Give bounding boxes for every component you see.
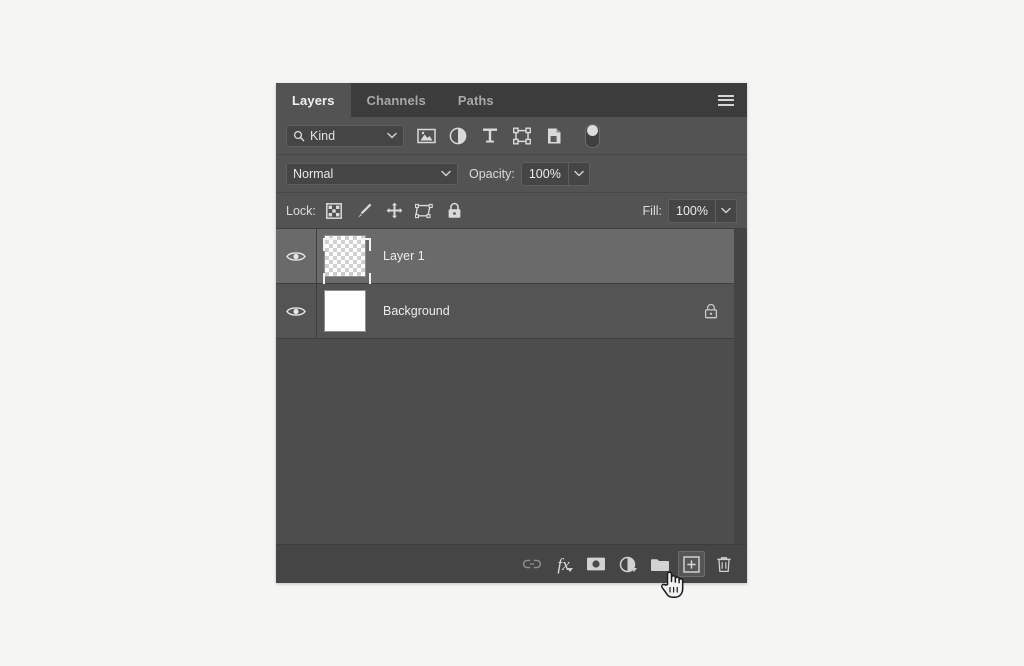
folder-icon [650, 557, 670, 572]
blend-mode-select[interactable]: Normal [286, 163, 458, 185]
chevron-down-icon [721, 207, 731, 214]
lock-position-icon[interactable] [385, 201, 404, 220]
lock-label: Lock: [286, 204, 316, 218]
filter-shape-layers-icon[interactable] [512, 126, 532, 146]
chevron-down-icon [441, 170, 451, 177]
blend-opacity-row: Normal Opacity: 100% [276, 155, 747, 193]
layer-visibility-toggle[interactable] [276, 284, 317, 338]
filter-row: Kind [276, 117, 747, 155]
fill-dropdown-button[interactable] [715, 200, 736, 222]
filter-pixel-layers-icon[interactable] [416, 126, 436, 146]
blend-mode-value: Normal [293, 167, 441, 181]
lock-row: Lock: [276, 193, 747, 229]
layer-thumbnail [324, 235, 366, 277]
filter-kind-select[interactable]: Kind [286, 125, 404, 147]
layer-mask-icon [586, 556, 606, 572]
layer-list[interactable]: Layer 1 Background [276, 229, 747, 544]
new-layer-button[interactable] [678, 551, 705, 577]
chevron-down-icon [631, 568, 637, 572]
chevron-down-icon [574, 170, 584, 177]
filter-enable-toggle[interactable] [585, 124, 600, 148]
filter-adjustment-layers-icon[interactable] [448, 126, 468, 146]
opacity-dropdown-button[interactable] [568, 163, 589, 185]
panel-tabbar: Layers Channels Paths [276, 83, 747, 117]
new-group-button[interactable] [646, 551, 673, 577]
opacity-value: 100% [522, 163, 568, 185]
lock-image-pixels-icon[interactable] [355, 201, 374, 220]
fill-label: Fill: [643, 204, 662, 218]
panel-menu-button[interactable] [713, 83, 739, 117]
lock-artboard-nesting-icon[interactable] [415, 201, 434, 220]
fill-field[interactable]: 100% [668, 199, 737, 223]
add-layer-mask-button[interactable] [582, 551, 609, 577]
lock-transparent-pixels-icon[interactable] [325, 201, 344, 220]
opacity-label: Opacity: [469, 167, 515, 181]
layer-visibility-toggle[interactable] [276, 229, 317, 283]
layer-name[interactable]: Layer 1 [383, 249, 734, 263]
opacity-field[interactable]: 100% [521, 162, 590, 186]
layer-name[interactable]: Background [383, 304, 704, 318]
chevron-down-icon [567, 568, 573, 572]
eye-icon [286, 305, 306, 318]
layer-thumbnail-cell[interactable] [317, 290, 373, 332]
layers-bottom-toolbar: fx [276, 544, 747, 583]
table-row[interactable]: Background [276, 284, 734, 339]
screen: Layers Channels Paths Kind [0, 0, 1024, 666]
filter-type-icons [416, 124, 600, 148]
tab-layers[interactable]: Layers [276, 83, 351, 117]
lock-all-icon[interactable] [445, 201, 464, 220]
delete-layer-button[interactable] [710, 551, 737, 577]
table-row[interactable]: Layer 1 [276, 229, 734, 284]
filter-kind-value: Kind [310, 129, 387, 143]
layer-list-scrollbar[interactable] [734, 229, 747, 544]
filter-type-layers-icon[interactable] [480, 126, 500, 146]
layer-style-button[interactable]: fx [550, 551, 577, 577]
search-icon [293, 130, 305, 142]
tab-channels-label: Channels [367, 93, 426, 108]
fill-group: Fill: 100% [632, 199, 737, 223]
layer-thumbnail-cell[interactable] [317, 235, 373, 277]
layer-locked-badge-icon [704, 303, 718, 319]
new-adjustment-layer-button[interactable] [614, 551, 641, 577]
tab-layers-label: Layers [292, 93, 335, 108]
hamburger-menu-icon [718, 95, 734, 106]
fill-value: 100% [669, 200, 715, 222]
link-layers-button[interactable] [518, 551, 545, 577]
new-layer-icon [683, 556, 700, 573]
chevron-down-icon [387, 132, 397, 139]
link-icon [522, 558, 542, 570]
tab-paths[interactable]: Paths [442, 83, 510, 117]
eye-icon [286, 250, 306, 263]
tab-channels[interactable]: Channels [351, 83, 442, 117]
trash-icon [716, 556, 732, 573]
tab-paths-label: Paths [458, 93, 494, 108]
layer-thumbnail [324, 290, 366, 332]
layer-rows: Layer 1 Background [276, 229, 734, 339]
layers-panel: Layers Channels Paths Kind [276, 83, 747, 583]
lock-buttons [325, 201, 464, 220]
filter-smart-objects-icon[interactable] [544, 126, 564, 146]
